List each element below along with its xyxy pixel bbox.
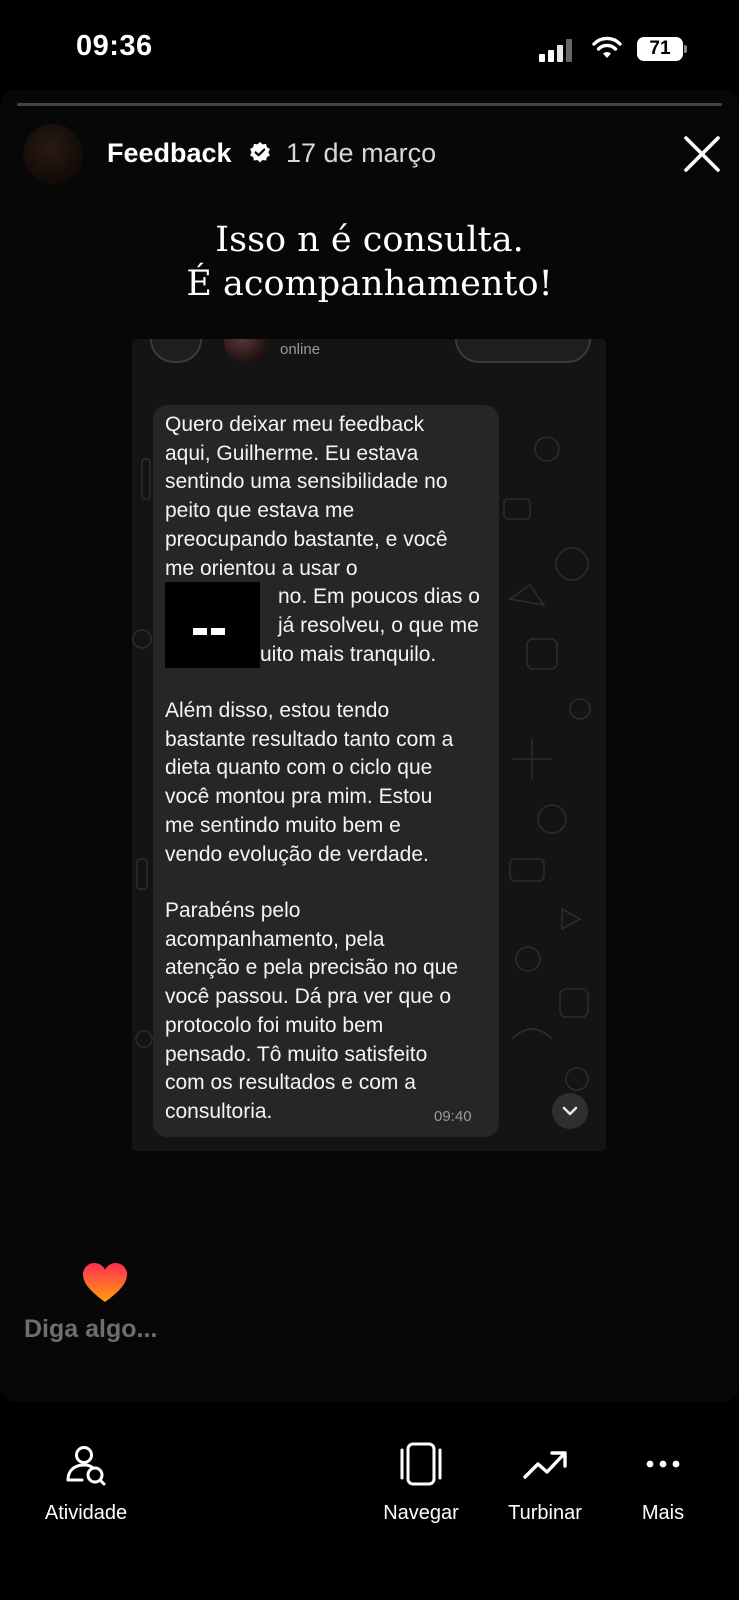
chat-header: online — [132, 339, 606, 369]
story-headline: Isso n é consulta. É acompanhamento! — [0, 218, 739, 306]
heart-icon[interactable] — [82, 1262, 128, 1304]
more-label: Mais — [641, 1502, 685, 1524]
more-icon — [646, 1460, 680, 1468]
reply-input[interactable]: Diga algo... — [24, 1315, 157, 1344]
message-time: 09:40 — [434, 1108, 472, 1125]
status-bar: 09:36 71 — [0, 0, 739, 90]
close-icon[interactable] — [680, 132, 724, 176]
back-button — [150, 339, 202, 363]
browse-button[interactable]: Navegar — [361, 1402, 481, 1524]
story-date: 17 de março — [286, 138, 437, 168]
boost-label: Turbinar — [508, 1502, 582, 1524]
story-action-bar: Atividade Navegar Turbinar Mais — [0, 1402, 739, 1600]
contact-status: online — [280, 341, 321, 358]
wifi-icon — [592, 36, 622, 58]
story-header: Feedback 17 de março — [0, 120, 739, 184]
verified-icon — [250, 142, 270, 163]
activity-label: Atividade — [44, 1502, 128, 1524]
headline-line-2: É acompanhamento! — [186, 264, 553, 304]
story-progress-bar — [17, 103, 722, 106]
boost-icon — [523, 1451, 567, 1479]
redaction-box — [165, 582, 260, 668]
contact-avatar — [224, 339, 268, 363]
scroll-down-button — [552, 1093, 588, 1129]
browse-label: Navegar — [383, 1502, 459, 1524]
status-time: 09:36 — [76, 30, 153, 62]
story-username[interactable]: Feedback — [107, 138, 232, 169]
signal-icon — [539, 38, 577, 62]
browse-icon — [400, 1442, 442, 1486]
more-button[interactable]: Mais — [603, 1402, 723, 1524]
battery-level: 71 — [637, 37, 683, 61]
avatar[interactable] — [23, 124, 83, 184]
activity-button[interactable]: Atividade — [26, 1402, 146, 1524]
chat-screenshot: online Quero deixar meu feedback aqui, G… — [132, 339, 606, 1151]
message-paragraph-2: Além disso, estou tendo bastante resulta… — [165, 699, 454, 866]
activity-icon — [66, 1446, 106, 1486]
message-paragraph-3: Parabéns pelo acompanhamento, pela atenç… — [165, 899, 459, 1123]
headline-line-1: Isso n é consulta. — [215, 220, 524, 260]
battery-icon: 71 — [637, 37, 687, 61]
chevron-down-icon — [562, 1106, 578, 1116]
call-buttons — [455, 339, 591, 363]
boost-button[interactable]: Turbinar — [485, 1402, 605, 1524]
message-bubble: Quero deixar meu feedback aqui, Guilherm… — [153, 405, 499, 1137]
story-viewer[interactable]: Feedback 17 de março Isso n é consulta. … — [0, 90, 739, 1402]
